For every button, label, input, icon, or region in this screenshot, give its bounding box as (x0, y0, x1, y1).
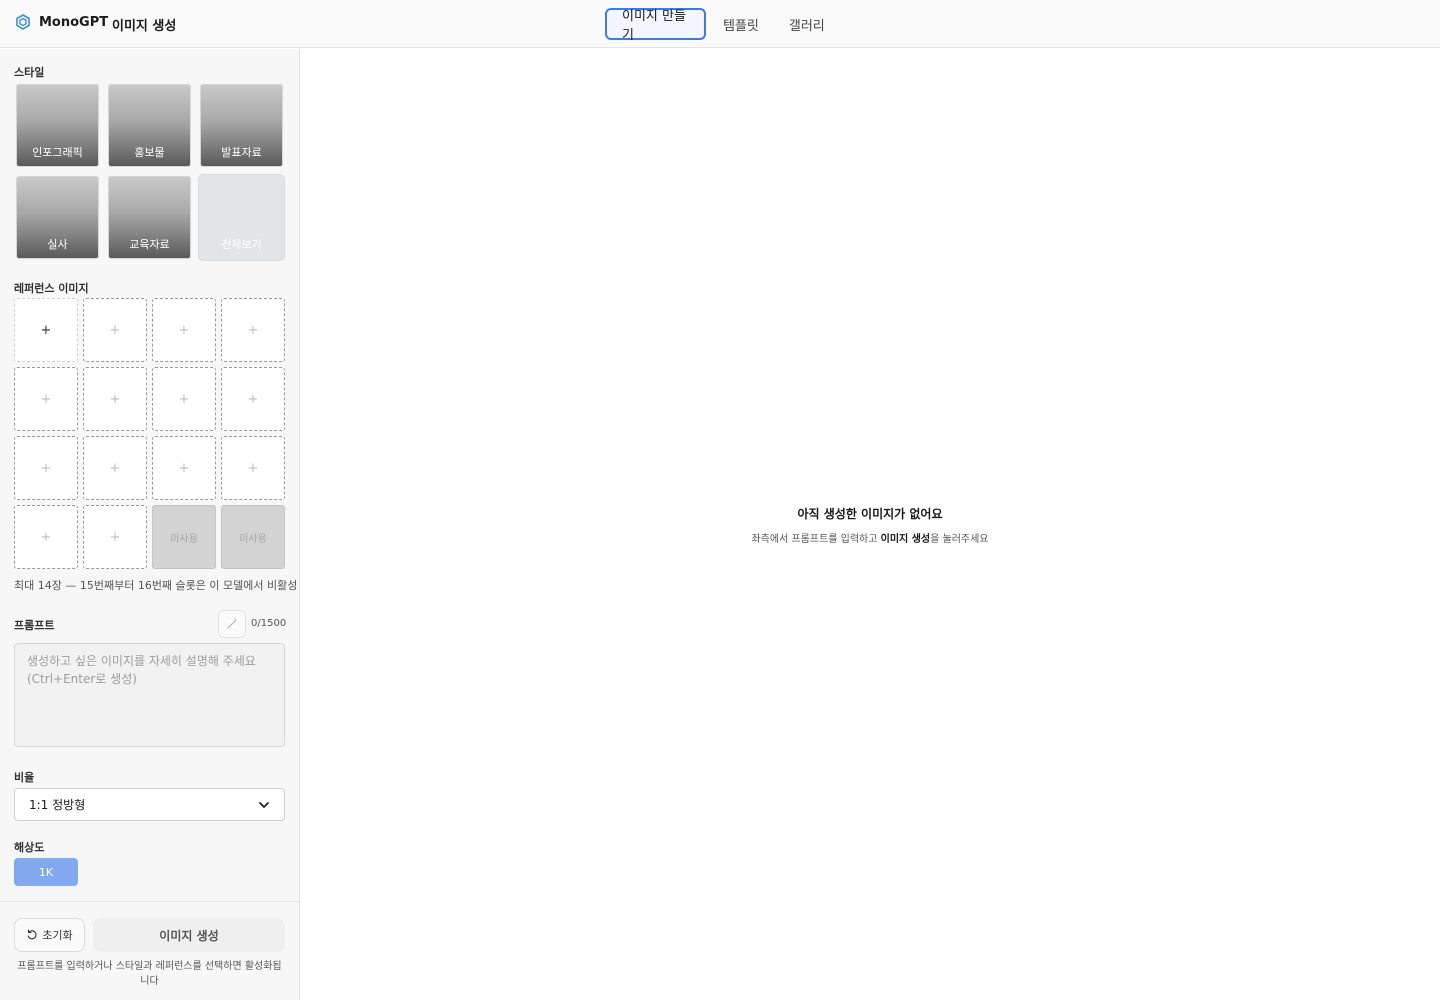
reference-slot[interactable]: + (221, 367, 285, 431)
brand-name: MonoGPT (39, 14, 109, 30)
tab-templates[interactable]: 템플릿 (708, 8, 774, 40)
resolution-1k-button[interactable]: 1K (14, 858, 78, 886)
ratio-select[interactable]: 1:1 정방형 (14, 788, 285, 821)
ratio-section-label: 비율 (14, 771, 35, 784)
prompt-section-label: 프롬프트 (14, 619, 55, 632)
empty-desc-prefix: 좌측에서 프롬프트를 입력하고 (751, 534, 881, 545)
style-card-label: 발표자료 (221, 146, 262, 159)
style-card-label: 전체보기 (221, 238, 262, 251)
reference-slot[interactable]: + (83, 505, 147, 569)
tab-create-image[interactable]: 이미지 만들기 (605, 8, 706, 43)
reference-slot-disabled: 미사용 (221, 505, 285, 569)
prompt-input[interactable] (14, 643, 285, 747)
generate-hint: 프롬프트를 입력하거나 스타일과 레퍼런스를 선택하면 활성화됩니다 (17, 961, 282, 987)
empty-state-description: 좌측에서 프롬프트를 입력하고 이미지 생성을 눌러주세요 (300, 530, 1440, 545)
prompt-char-count: 0/1500 (251, 618, 287, 629)
style-card-photo[interactable]: 실사 (16, 176, 99, 259)
reference-slot[interactable]: + (83, 436, 147, 500)
brand[interactable]: MonoGPT (15, 14, 108, 30)
sidebar: 스타일 인포그래픽 홍보물 발표자료 실사 교육자료 전체보기 레퍼런스 이미지… (0, 49, 300, 1000)
reference-slot-disabled: 미사용 (152, 505, 216, 569)
monogpt-logo-icon (16, 14, 30, 30)
style-card-label: 인포그래픽 (32, 146, 83, 159)
reference-slot[interactable]: + (152, 367, 216, 431)
style-card-label: 홍보물 (134, 146, 165, 159)
reference-slot-add[interactable]: + (14, 298, 78, 362)
reference-note: 최대 14장 — 15번째부터 16번째 슬롯은 이 모델에서 비활성 (14, 579, 298, 592)
reference-slot[interactable]: + (221, 436, 285, 500)
reference-slot[interactable]: + (152, 436, 216, 500)
reference-slot[interactable]: + (14, 505, 78, 569)
reset-icon (27, 929, 37, 940)
reference-slot[interactable]: + (83, 298, 147, 362)
tab-bar: 이미지 만들기 템플릿 갤러리 (605, 8, 840, 43)
empty-desc-suffix: 을 눌러주세요 (930, 534, 989, 545)
resolution-section-label: 해상도 (14, 841, 45, 854)
style-card-education[interactable]: 교육자료 (108, 176, 191, 259)
main-canvas: 아직 생성한 이미지가 없어요 좌측에서 프롬프트를 입력하고 이미지 생성을 … (300, 49, 1440, 1000)
page-title: 이미지 생성 (112, 19, 177, 34)
reference-slot[interactable]: + (83, 367, 147, 431)
style-card-infographic[interactable]: 인포그래픽 (16, 84, 99, 167)
reference-slot[interactable]: + (14, 367, 78, 431)
magic-wand-button[interactable] (218, 610, 246, 638)
tab-gallery[interactable]: 갤러리 (774, 8, 840, 40)
sidebar-footer: 초기화 이미지 생성 프롬프트를 입력하거나 스타일과 레퍼런스를 선택하면 활… (0, 901, 299, 1000)
reference-slot[interactable]: + (221, 298, 285, 362)
chevron-down-icon (259, 801, 269, 808)
reference-section-label: 레퍼런스 이미지 (14, 282, 89, 295)
top-header: MonoGPT 이미지 생성 이미지 만들기 템플릿 갤러리 (0, 0, 1440, 48)
style-card-presentation[interactable]: 발표자료 (200, 84, 283, 167)
style-section-label: 스타일 (14, 66, 45, 79)
ratio-select-value: 1:1 정방형 (29, 798, 86, 812)
reset-button-label: 초기화 (42, 929, 73, 942)
empty-desc-bold: 이미지 생성 (880, 534, 931, 545)
generate-image-button[interactable]: 이미지 생성 (93, 918, 285, 952)
reference-slot[interactable]: + (152, 298, 216, 362)
reference-slot[interactable]: + (14, 436, 78, 500)
style-card-label: 교육자료 (129, 238, 170, 251)
style-card-label: 실사 (47, 238, 68, 251)
magic-wand-icon (227, 619, 237, 629)
reset-button[interactable]: 초기화 (14, 918, 85, 952)
style-card-promo[interactable]: 홍보물 (108, 84, 191, 167)
style-card-view-all[interactable]: 전체보기 (198, 174, 285, 261)
empty-state-title: 아직 생성한 이미지가 없어요 (797, 507, 943, 521)
